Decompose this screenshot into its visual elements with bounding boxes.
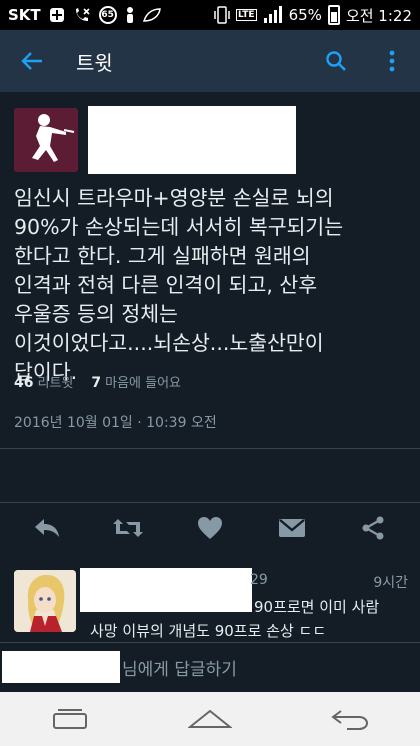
reply-text-line-2: 사망 이뷰의 개념도 90프로 손상 ㄷㄷ (90, 622, 327, 640)
redacted-reply-author (80, 568, 252, 612)
like-count: 7 (91, 374, 102, 391)
tweet-stats: 46 리트윗 7 마음에 들어요 (14, 366, 181, 396)
envelope-icon (278, 519, 305, 537)
reply-compose-bar[interactable]: 님에게 답글하기 (0, 642, 420, 688)
reply-handle-fragment: 29 (250, 572, 268, 588)
recent-apps-icon (53, 709, 87, 729)
leaf-icon (142, 8, 161, 22)
reply-compose-placeholder[interactable]: 님에게 답글하기 (122, 655, 237, 680)
missed-call-icon (73, 7, 91, 23)
status-bar: SKT 65 LTE 65% 오전 1:22 (0, 0, 420, 30)
battery-icon (327, 5, 340, 25)
page-title: 트윗 (76, 50, 113, 75)
back-arrow-icon (21, 52, 42, 70)
back-button[interactable] (0, 30, 64, 92)
vibrate-icon (214, 6, 230, 24)
tweet-timestamp: 2016년 10월 01일 · 10:39 오전 (14, 415, 217, 431)
share-icon (362, 516, 384, 540)
likes-stat[interactable]: 7 마음에 들어요 (91, 372, 181, 391)
add-icon (49, 7, 65, 23)
heart-icon (197, 517, 222, 539)
carrier-label: SKT (8, 6, 41, 24)
recent-apps-button[interactable] (25, 692, 115, 746)
battery-percent: 65% (288, 6, 322, 24)
lte-indicator: LTE (236, 9, 257, 21)
back-nav-button[interactable] (305, 692, 395, 746)
avatar[interactable] (14, 108, 78, 172)
like-label: 마음에 들어요 (105, 375, 182, 391)
more-vertical-icon (389, 50, 395, 72)
reply-icon (34, 519, 59, 537)
notification-count-badge: 65 (98, 6, 117, 24)
tweet-body: 임신시 트라우마+영양분 손실로 뇌의 90%가 손상되는데 서서히 복구되기는… (14, 186, 344, 384)
search-button[interactable] (308, 30, 364, 92)
redacted-reply-target (2, 651, 120, 683)
retweet-label: 리트윗 (37, 375, 74, 391)
avatar-silhouette-image (14, 108, 78, 172)
divider (0, 448, 420, 449)
reply-text-line-1: 90프로면 이미 사람 (254, 598, 380, 616)
reply-time: 9시간 (373, 575, 408, 591)
back-nav-icon (331, 710, 369, 730)
retweet-icon (113, 519, 144, 537)
clock: 오전 1:22 (345, 6, 412, 25)
redacted-author-name (88, 106, 296, 174)
app-bar: 트윗 (0, 30, 420, 92)
home-button[interactable] (165, 692, 255, 746)
overflow-menu-button[interactable] (364, 30, 420, 92)
system-nav-bar (0, 692, 420, 746)
person-silhouette-icon (125, 6, 135, 24)
signal-icon (263, 6, 283, 24)
search-icon (326, 51, 346, 71)
reply-avatar[interactable] (14, 570, 76, 632)
anime-avatar-image (14, 570, 76, 632)
retweets-stat[interactable]: 46 리트윗 (14, 372, 73, 391)
retweet-count: 46 (14, 374, 34, 391)
home-icon (188, 709, 232, 728)
